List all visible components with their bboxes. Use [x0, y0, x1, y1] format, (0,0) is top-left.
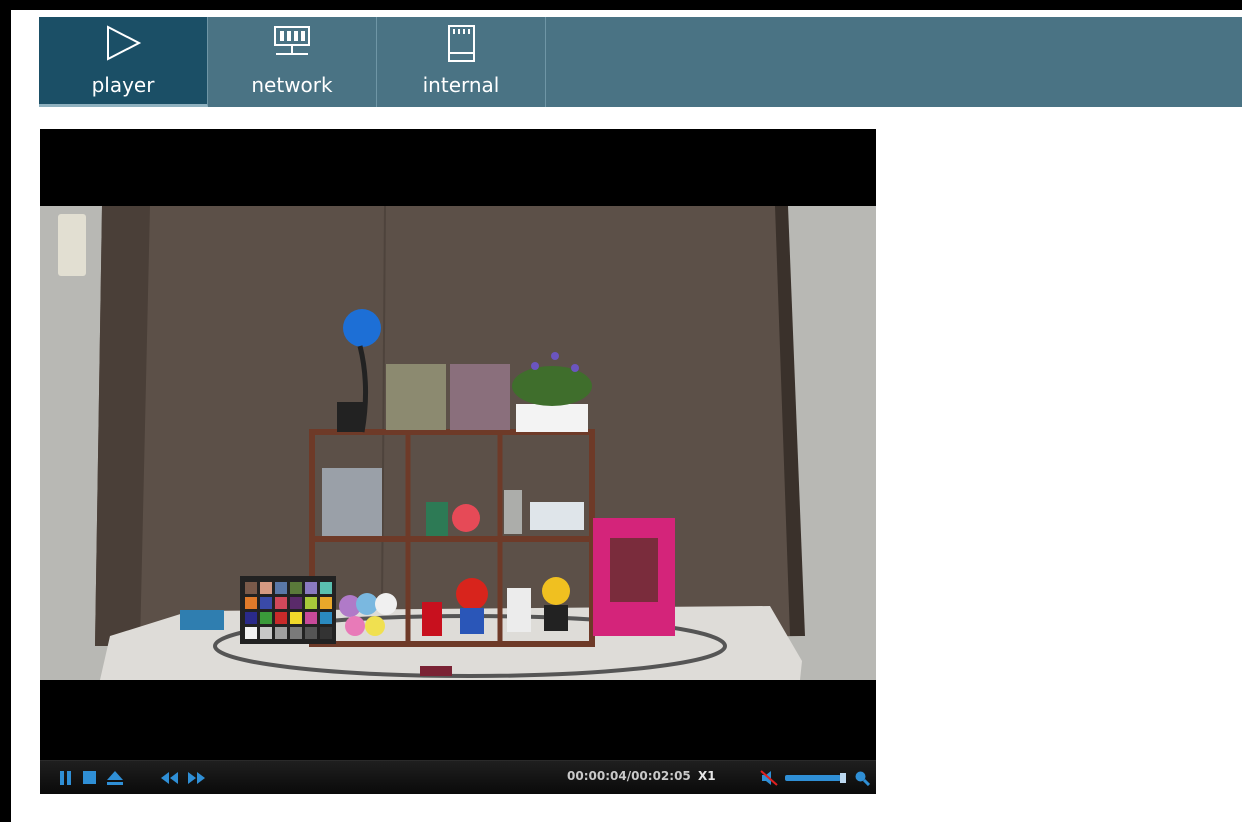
rewind-icon[interactable]: [160, 770, 180, 786]
top-nav-bar: player network internal: [39, 17, 1242, 107]
tab-network[interactable]: network: [208, 17, 377, 107]
tab-internal-label: internal: [422, 73, 500, 97]
volume-slider[interactable]: [784, 770, 848, 786]
pause-icon[interactable]: [58, 770, 74, 786]
eject-icon[interactable]: [106, 770, 124, 786]
tab-internal[interactable]: internal: [377, 17, 546, 107]
video-frame[interactable]: [40, 206, 876, 680]
play-outline-icon: [107, 25, 142, 61]
tab-player[interactable]: player: [39, 17, 208, 107]
tab-network-label: network: [251, 73, 333, 97]
page: player network internal 00:00:04/00:02:0…: [11, 10, 1242, 822]
video-scene-image: [40, 206, 876, 680]
video-player: 00:00:04/00:02:05 X1: [40, 129, 876, 794]
tab-player-label: player: [91, 73, 155, 97]
zoom-icon[interactable]: [854, 770, 870, 786]
timecode: 00:00:04/00:02:05: [567, 769, 691, 783]
fast-forward-icon[interactable]: [186, 770, 206, 786]
network-icon: [274, 26, 310, 55]
player-control-bar: 00:00:04/00:02:05 X1: [40, 760, 876, 794]
stop-icon[interactable]: [82, 770, 98, 786]
mute-icon[interactable]: [760, 770, 780, 786]
speed-button[interactable]: X1: [698, 769, 716, 783]
sd-card-icon: [448, 25, 475, 62]
